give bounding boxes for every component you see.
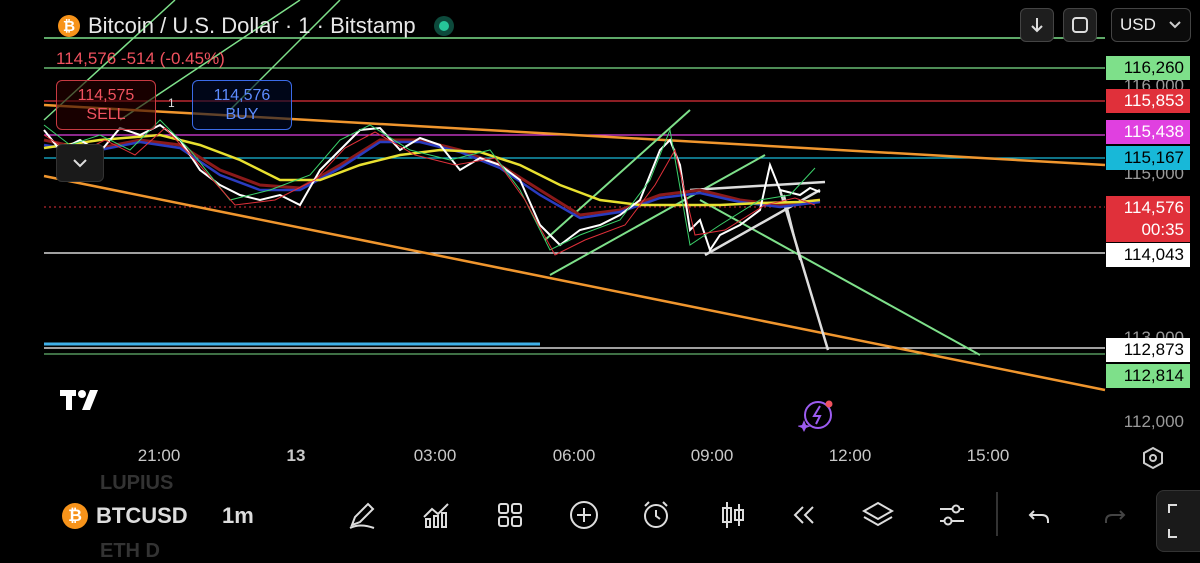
time-axis-label: 15:00 [966,446,1010,465]
interval-selector[interactable]: 1m [222,503,254,529]
tradingview-logo [60,386,108,419]
time-axis-label: 09:00 [690,446,734,465]
candles-icon [722,502,744,528]
ai-assistant-icon[interactable] [797,398,838,437]
settings-hex-icon [1143,446,1163,470]
currency-selector[interactable]: USD [1111,8,1191,42]
alerts-button[interactable] [636,495,676,535]
fullscreen-button[interactable] [1063,8,1097,42]
redo-button[interactable] [1094,495,1134,535]
add-button[interactable] [564,495,604,535]
buy-button[interactable]: 114,576 BUY [192,80,292,130]
price-axis-tick: 112,000 [1123,412,1184,431]
chevron-down-icon [73,159,87,168]
chevron-down-icon [1169,21,1181,29]
price-label: 115,167 [1106,146,1190,170]
chart-type-button[interactable] [712,495,752,535]
side-panel-toggle[interactable] [1156,490,1200,552]
layouts-button[interactable] [490,495,530,535]
symbol-title: Bitcoin / U.S. Dollar · 1 · Bitstamp [88,13,416,38]
down-arrow-icon [1031,18,1043,33]
time-axis-label: 21:00 [137,446,181,465]
toolbar-divider [996,492,998,536]
sliders-icon [940,504,964,526]
indicators-icon [423,503,449,528]
symbol-label: BTCUSD [96,503,188,528]
time-axis-label: 03:00 [413,446,457,465]
redo-icon [1105,510,1126,523]
pencil-icon [349,502,375,529]
current-price-label: 114,576 [1106,196,1190,220]
currency-label: USD [1120,15,1156,34]
price-label: 116,260 [1106,56,1190,80]
indicators-button[interactable] [416,495,456,535]
price-label: 112,873 [1106,338,1190,362]
price-label: 114,043 [1106,243,1190,267]
bitcoin-icon: ₿ [62,503,88,529]
fullscreen-icon [1072,17,1088,33]
time-axis-label: 13 [286,446,306,465]
bitcoin-icon: ₿ [58,15,80,37]
chart-settings-button[interactable] [1141,446,1165,475]
alarm-icon [644,501,668,528]
layers-icon [861,501,895,527]
symbol-header[interactable]: ₿ Bitcoin / U.S. Dollar · 1 · Bitstamp [58,10,454,42]
faded-symbol-below: ETH D [100,540,160,562]
sell-price: 114,575 [77,87,135,104]
price-label: 112,814 [1106,364,1190,388]
price-change: 114,576 -514 (-0.45%) [56,49,225,68]
undo-button[interactable] [1020,495,1060,535]
price-label: 115,853 [1106,89,1190,113]
faded-symbol-above: LUPIUS [100,472,174,494]
time-axis-label: 12:00 [828,446,872,465]
buy-label: BUY [225,106,259,123]
order-quantity[interactable]: 1 [168,96,175,110]
grid-icon [498,503,522,527]
time-axis-label: 06:00 [552,446,596,465]
drawing-tools-button[interactable] [342,495,382,535]
plus-circle-icon [570,501,598,529]
symbol-selector[interactable]: ₿ BTCUSD [62,503,188,529]
buy-price: 114,576 [213,87,271,104]
chart-settings-sliders-button[interactable] [932,495,972,535]
expand-corners-icon [1168,504,1177,538]
chart-canvas[interactable] [0,0,1200,554]
collapse-panel-button[interactable] [56,144,104,182]
replay-icon [793,506,814,524]
object-tree-button[interactable] [858,495,898,535]
undo-icon [1028,510,1049,523]
replay-button[interactable] [784,495,824,535]
bar-countdown-label: 00:35 [1106,218,1190,242]
market-open-indicator [433,16,454,36]
sell-button[interactable]: 114,575 SELL [56,80,156,130]
sell-label: SELL [86,106,126,123]
download-button[interactable] [1020,8,1054,42]
price-label: 115,438 [1106,120,1190,144]
